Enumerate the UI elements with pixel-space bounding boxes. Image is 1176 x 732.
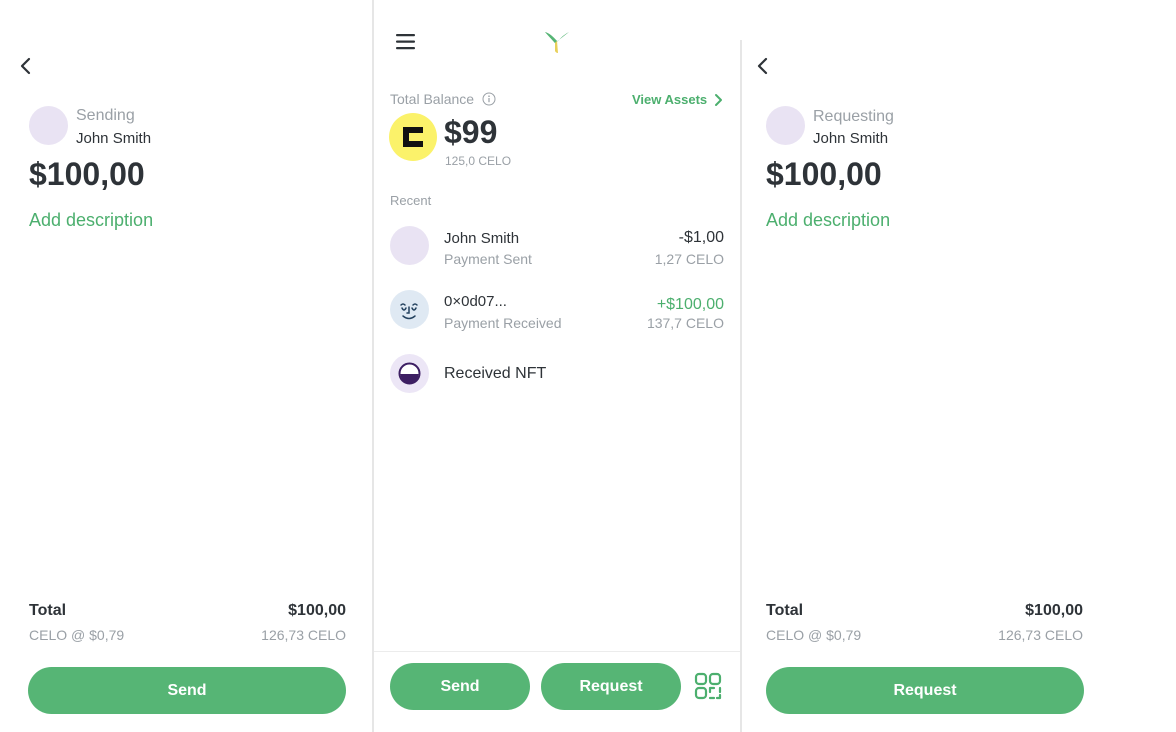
add-description-link[interactable]: Add description bbox=[766, 210, 890, 231]
recent-label: Recent bbox=[390, 193, 432, 208]
balance-amount: $99 bbox=[444, 114, 498, 150]
send-screen: Sending John Smith $100,00 Add descripti… bbox=[0, 0, 372, 732]
add-description-link[interactable]: Add description bbox=[29, 210, 153, 231]
avatar bbox=[390, 226, 429, 265]
request-button[interactable]: Request bbox=[766, 667, 1084, 714]
info-icon[interactable] bbox=[482, 92, 496, 106]
balance-celo: 125,0 CELO bbox=[445, 154, 512, 168]
rate-label: CELO @ $0,79 bbox=[766, 627, 862, 643]
list-item[interactable]: Received NFT bbox=[374, 348, 740, 402]
amount: $100,00 bbox=[29, 156, 145, 192]
send-button[interactable]: Send bbox=[390, 663, 530, 710]
view-assets-link[interactable]: View Assets bbox=[632, 92, 707, 107]
total-balance-label: Total Balance bbox=[390, 91, 475, 107]
recipient-name: John Smith bbox=[76, 130, 152, 147]
back-icon[interactable] bbox=[15, 55, 37, 77]
nft-icon bbox=[390, 354, 429, 393]
transaction-subtitle: Payment Received bbox=[444, 315, 562, 331]
rate-label: CELO @ $0,79 bbox=[29, 627, 125, 643]
back-icon[interactable] bbox=[752, 55, 774, 77]
sending-label: Sending bbox=[76, 107, 135, 124]
home-screen: Total Balance View Assets $99 125,0 CELO… bbox=[374, 0, 740, 732]
avatar bbox=[766, 106, 805, 145]
request-screen: Requesting John Smith $100,00 Add descri… bbox=[742, 0, 1176, 732]
menu-icon[interactable] bbox=[395, 33, 417, 51]
list-item[interactable]: John Smith Payment Sent -$1,00 1,27 CELO bbox=[374, 220, 740, 274]
transaction-subtitle: Payment Sent bbox=[444, 251, 532, 267]
transaction-amount: +$100,00 bbox=[656, 296, 724, 313]
face-avatar-icon bbox=[390, 290, 429, 329]
total-label: Total bbox=[29, 602, 67, 619]
transaction-title: Received NFT bbox=[444, 365, 547, 382]
qr-scan-icon[interactable] bbox=[694, 672, 722, 700]
transaction-celo: 1,27 CELO bbox=[654, 251, 724, 267]
transaction-title: John Smith bbox=[444, 230, 520, 247]
avatar bbox=[29, 106, 68, 145]
celo-coin-icon bbox=[389, 113, 437, 161]
celo-amount: 126,73 CELO bbox=[261, 627, 346, 643]
total-value: $100,00 bbox=[1025, 602, 1083, 619]
send-button[interactable]: Send bbox=[28, 667, 346, 714]
transaction-celo: 137,7 CELO bbox=[646, 315, 724, 331]
celo-amount: 126,73 CELO bbox=[998, 627, 1083, 643]
chevron-right-icon[interactable] bbox=[714, 93, 724, 107]
list-item[interactable]: 0×0d07... Payment Received +$100,00 137,… bbox=[374, 284, 740, 338]
transaction-title: 0×0d07... bbox=[444, 293, 507, 310]
total-label: Total bbox=[766, 602, 804, 619]
recipient-name: John Smith bbox=[813, 130, 889, 147]
app-logo-icon bbox=[545, 32, 569, 53]
requesting-label: Requesting bbox=[813, 108, 894, 125]
amount: $100,00 bbox=[766, 156, 882, 192]
transaction-amount: -$1,00 bbox=[678, 229, 724, 246]
total-value: $100,00 bbox=[288, 602, 346, 619]
request-button[interactable]: Request bbox=[541, 663, 681, 710]
